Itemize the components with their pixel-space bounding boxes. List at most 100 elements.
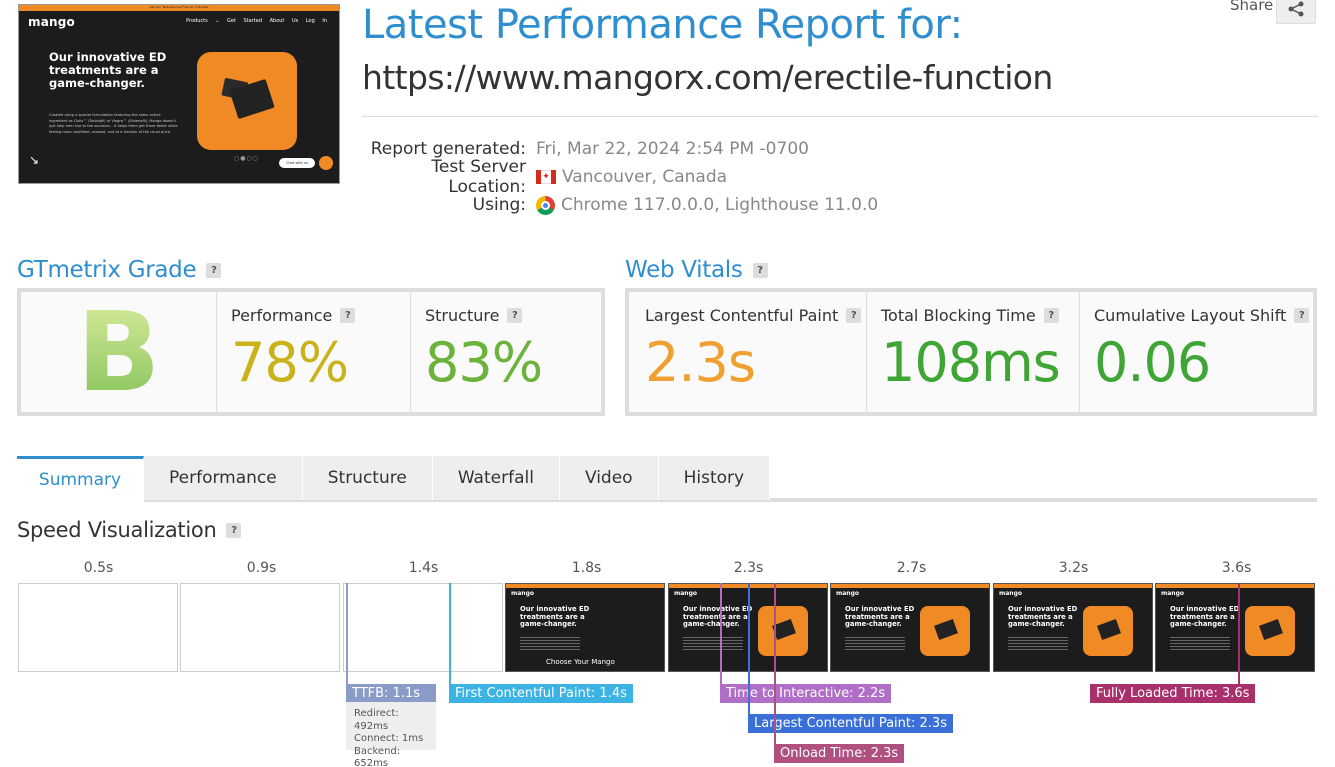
share-icon [1288, 1, 1304, 17]
timeline-label: 2.7s [896, 560, 927, 576]
tab-summary[interactable]: Summary [17, 456, 144, 500]
report-generated-value: Fri, Mar 22, 2024 2:54 PM -0700 [536, 139, 809, 159]
thumbnail-product-image [197, 52, 297, 150]
server-location-value: Vancouver, Canada [562, 167, 728, 187]
lcp-marker-label[interactable]: Largest Contentful Paint: 2.3s [748, 714, 953, 733]
thumbnail-arrow-icon: ↘ [29, 153, 40, 167]
help-icon[interactable]: ? [507, 308, 523, 323]
timeline-label: 0.9s [246, 560, 277, 576]
speed-visualization-title: Speed Visualization [17, 518, 217, 542]
page-screenshot-thumbnail: Get Our Testosterone Free for 3 Months m… [18, 4, 340, 184]
structure-cell: Structure? 83% [411, 292, 601, 412]
help-icon[interactable]: ? [226, 522, 242, 538]
tbt-label: Total Blocking Time [881, 306, 1036, 325]
filmstrip-frame[interactable]: mango Our innovative ED treatments are a… [993, 583, 1153, 672]
lcp-value: 2.3s [645, 331, 756, 394]
onload-marker [774, 583, 776, 763]
server-location-label: Test Server Location: [431, 157, 526, 197]
timeline-label: 3.6s [1221, 560, 1252, 576]
frame-product-image [1083, 606, 1133, 656]
tab-video[interactable]: Video [559, 456, 659, 500]
filmstrip-frame-blank[interactable] [343, 583, 503, 672]
frame-headline: Our innovative ED treatments are a game-… [520, 605, 590, 628]
ttfb-backend: Backend: 652ms [354, 745, 401, 767]
share-label: Share [1230, 0, 1274, 14]
fcp-label[interactable]: First Contentful Paint: 1.4s [449, 684, 633, 703]
performance-label: Performance [231, 306, 333, 325]
frame-logo: mango [836, 590, 859, 597]
performance-cell: Performance? 78% [217, 292, 411, 412]
frame-headline: Our innovative ED treatments are a game-… [845, 605, 915, 628]
ttfb-label[interactable]: TTFB: 1.1s [346, 684, 436, 703]
thumbnail-headline: Our innovative ED treatments are a game-… [49, 50, 167, 90]
thumbnail-logo: mango [28, 15, 75, 29]
timeline-label: 0.5s [83, 560, 114, 576]
help-icon[interactable]: ? [340, 308, 356, 323]
ttfb-connect: Connect: 1ms [354, 733, 424, 744]
gtmetrix-grade-title: GTmetrix Grade [17, 257, 197, 283]
frame-body-text [683, 637, 743, 651]
lcp-cell: Largest Contentful Paint? 2.3s [629, 292, 867, 412]
frame-logo: mango [999, 590, 1022, 597]
cls-cell: Cumulative Layout Shift? 0.06 [1080, 292, 1313, 412]
frame-caption: Choose Your Mango [546, 658, 615, 666]
gtmetrix-grade-panel: B Performance? 78% Structure? 83% [17, 288, 605, 416]
frame-body-text [845, 637, 905, 651]
using-label: Using: [472, 195, 526, 215]
filmstrip-frame[interactable]: mango Our innovative ED treatments are a… [830, 583, 990, 672]
help-icon[interactable]: ? [1294, 308, 1310, 323]
using-value: Chrome 117.0.0.0, Lighthouse 11.0.0 [561, 195, 879, 215]
thumbnail-nav: Products ⌄ Get Started About Us Log In [186, 18, 327, 24]
frame-product-image [920, 606, 970, 656]
grade-cell: B [21, 292, 217, 412]
header-divider [362, 116, 1318, 117]
frame-body-text [1008, 637, 1068, 651]
frame-headline: Our innovative ED treatments are a game-… [1170, 605, 1240, 628]
server-location-row: Test Server Location: ✦ Vancouver, Canad… [362, 157, 1062, 197]
thumbnail-chat-icon [319, 156, 333, 170]
frame-product-image [758, 606, 808, 656]
help-icon[interactable]: ? [752, 262, 768, 278]
tab-history[interactable]: History [658, 456, 771, 500]
frame-logo: mango [674, 590, 697, 597]
tab-structure[interactable]: Structure [302, 456, 433, 500]
tab-performance[interactable]: Performance [144, 456, 303, 500]
tti-label[interactable]: Time to Interactive: 2.2s [720, 684, 892, 703]
web-vitals-title: Web Vitals [625, 257, 743, 283]
fully-loaded-label[interactable]: Fully Loaded Time: 3.6s [1090, 684, 1256, 703]
grade-letter: B [76, 288, 161, 416]
thumbnail-body: Created using a special formulation feat… [49, 113, 178, 134]
ttfb-breakdown: Redirect: 492ms Connect: 1ms Backend: 65… [346, 702, 436, 767]
filmstrip-frame-blank[interactable] [18, 583, 178, 672]
report-tabs: Summary Performance Structure Waterfall … [17, 456, 771, 500]
canada-flag-icon: ✦ [536, 170, 556, 184]
report-generated-label: Report generated: [370, 139, 526, 159]
help-icon[interactable]: ? [846, 308, 862, 323]
timeline-label: 2.3s [733, 560, 764, 576]
frame-headline: Our innovative ED treatments are a game-… [1008, 605, 1078, 628]
lcp-label: Largest Contentful Paint [645, 306, 839, 325]
web-vitals-heading: Web Vitals ? [625, 257, 768, 283]
chrome-icon [536, 195, 555, 215]
help-icon[interactable]: ? [1043, 308, 1059, 323]
filmstrip-frame[interactable]: mango Our innovative ED treatments are a… [1155, 583, 1315, 672]
frame-logo: mango [511, 590, 534, 597]
help-icon[interactable]: ? [206, 262, 222, 278]
tab-waterfall[interactable]: Waterfall [432, 456, 560, 500]
performance-value: 78% [231, 331, 349, 394]
page-title: Latest Performance Report for: [362, 2, 963, 48]
thumbnail-banner: Get Our Testosterone Free for 3 Months [19, 5, 339, 11]
timeline-label: 1.4s [408, 560, 439, 576]
filmstrip-frame[interactable]: mango Our innovative ED treatments are a… [505, 583, 665, 672]
share-button[interactable] [1276, 0, 1316, 24]
tbt-cell: Total Blocking Time? 108ms [867, 292, 1080, 412]
thumbnail-chat-button: Chat with us [279, 158, 315, 168]
onload-label[interactable]: Onload Time: 2.3s [774, 744, 905, 763]
frame-headline: Our innovative ED treatments are a game-… [683, 605, 753, 628]
lcp-marker [748, 583, 750, 733]
filmstrip-frame-blank[interactable] [180, 583, 340, 672]
frame-product-image [1245, 606, 1295, 656]
web-vitals-panel: Largest Contentful Paint? 2.3s Total Blo… [625, 288, 1317, 416]
gtmetrix-grade-heading: GTmetrix Grade ? [17, 257, 222, 283]
structure-value: 83% [425, 331, 543, 394]
